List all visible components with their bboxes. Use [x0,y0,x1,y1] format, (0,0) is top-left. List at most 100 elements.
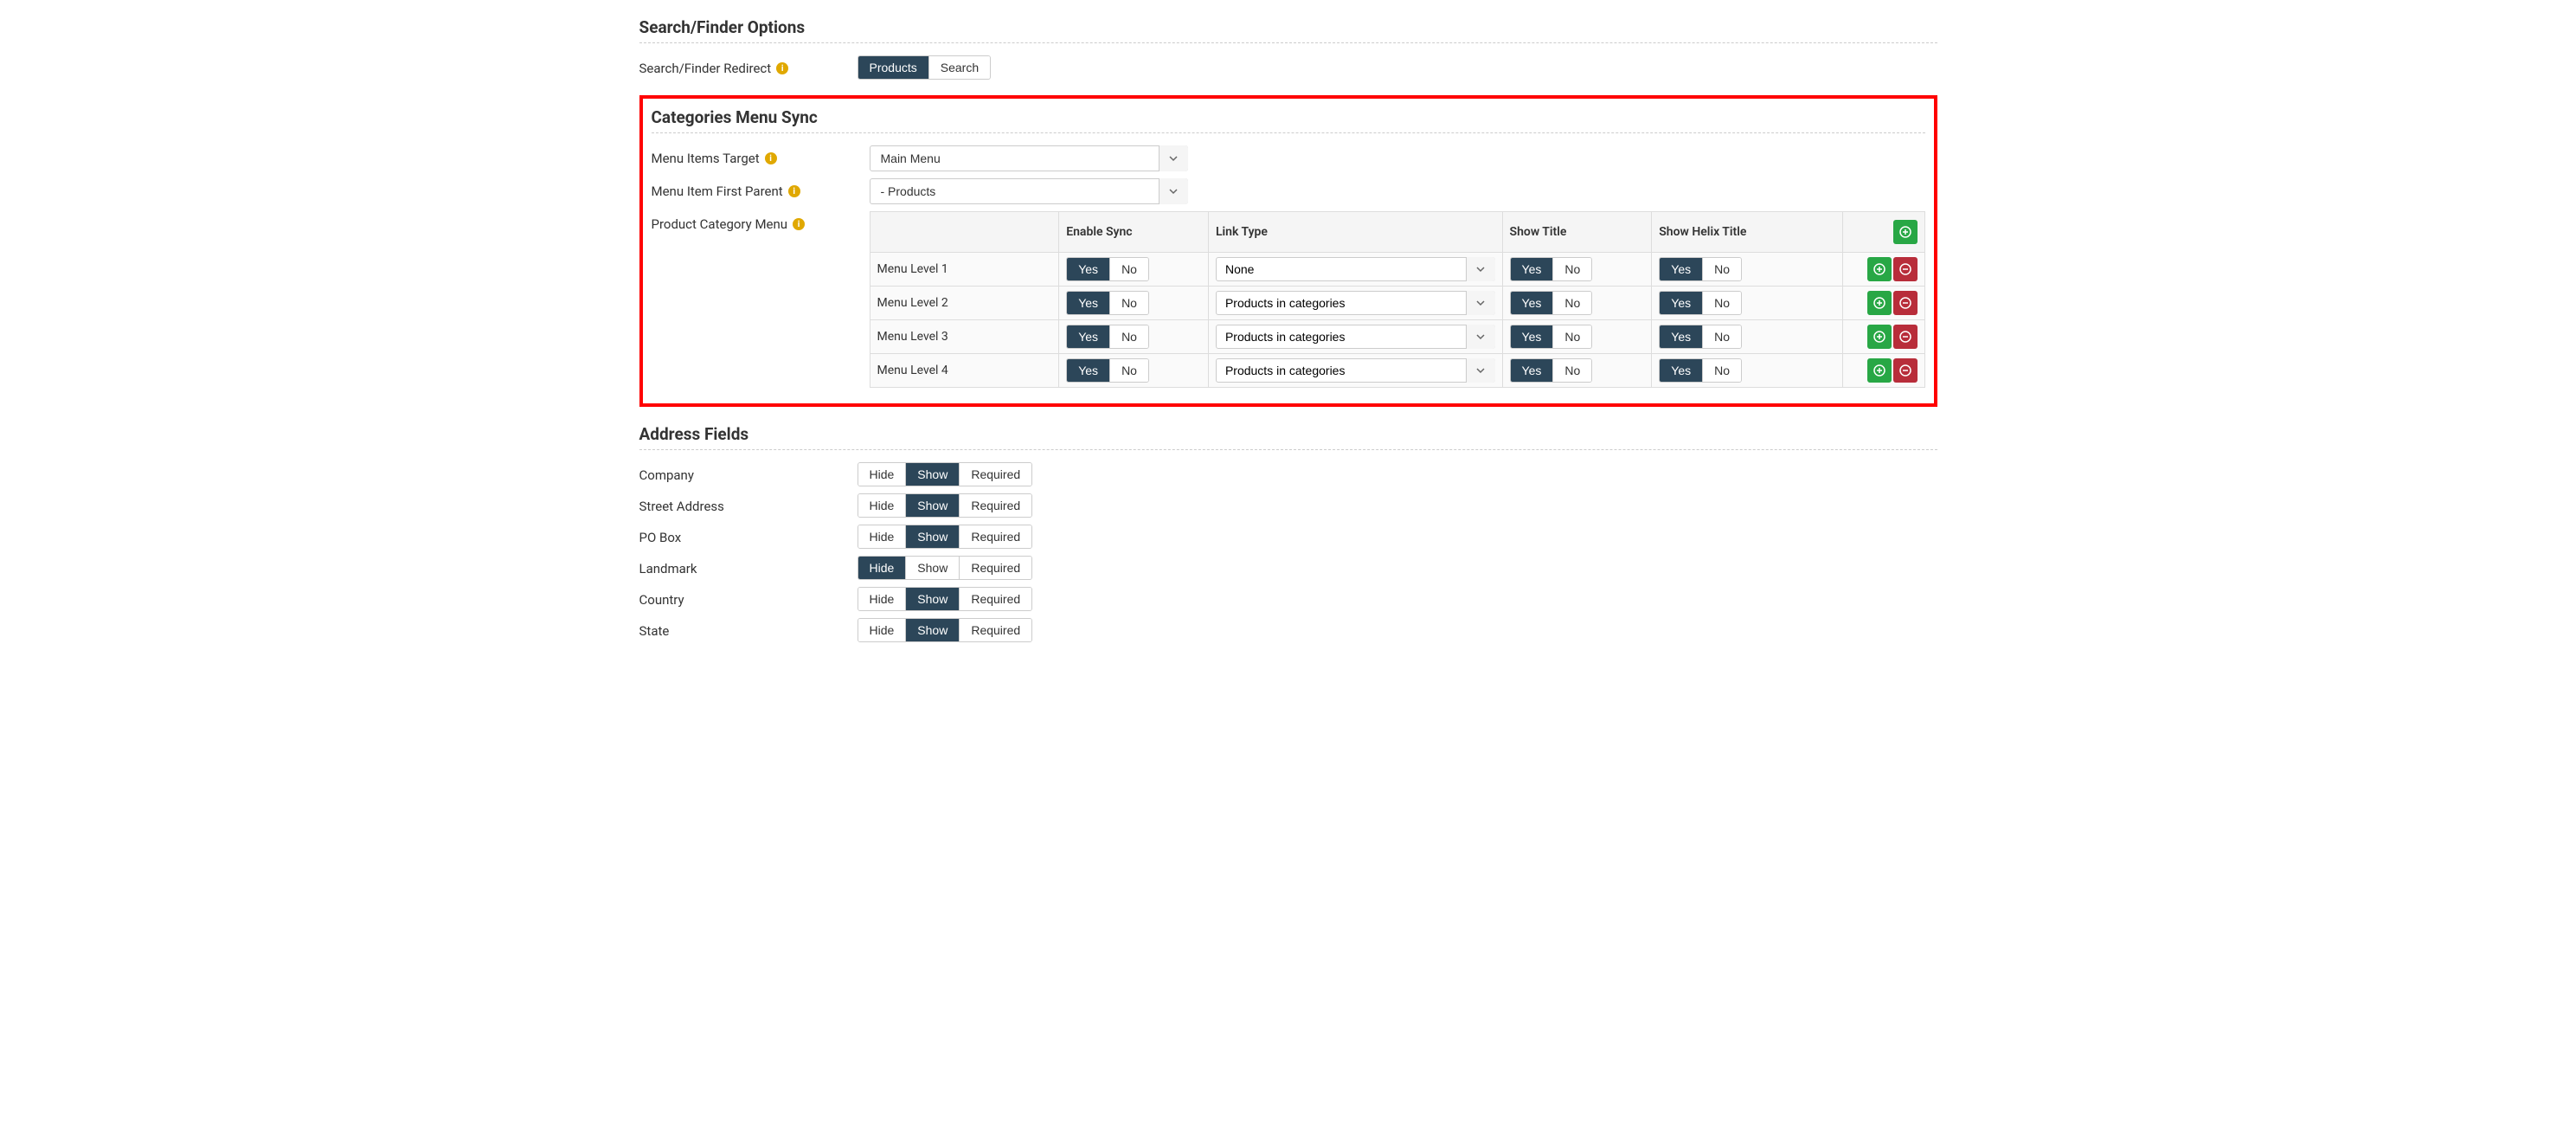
cell-link-type: Products in categories [1208,354,1502,388]
select-menu-first-parent[interactable]: - Products [870,178,1188,204]
toggle-address-visibility[interactable]: HideShowRequired [858,462,1033,486]
table-row: Menu Level 2YesNoProducts in categoriesY… [870,287,1924,320]
section-search-finder: Search/Finder Options Search/Finder Redi… [639,17,1937,80]
info-icon: i [793,218,805,230]
add-row-button[interactable] [1867,291,1892,315]
add-row-button[interactable] [1893,220,1918,244]
toggle-yes[interactable]: Yes [1067,359,1109,382]
cell-show-title-toggle[interactable]: YesNo [1510,358,1593,383]
toggle-required[interactable]: Required [959,494,1031,517]
remove-row-button[interactable] [1893,325,1918,349]
cell-show-title-toggle[interactable]: YesNo [1510,325,1593,349]
toggle-no[interactable]: No [1702,325,1741,348]
select-link-type[interactable]: Products in categories [1216,358,1495,383]
toggle-no[interactable]: No [1109,325,1148,348]
label-address-field: Street Address [639,493,858,514]
toggle-yes[interactable]: Yes [1660,359,1702,382]
toggle-yes[interactable]: Yes [1067,292,1109,314]
select-link-type[interactable]: None [1216,257,1495,281]
toggle-yes[interactable]: Yes [1511,359,1553,382]
toggle-no[interactable]: No [1552,359,1591,382]
toggle-yes[interactable]: Yes [1511,325,1553,348]
toggle-address-visibility[interactable]: HideShowRequired [858,618,1033,642]
cell-enable-sync-toggle[interactable]: YesNo [1066,257,1149,281]
toggle-hide[interactable]: Hide [858,619,906,641]
toggle-required[interactable]: Required [959,463,1031,486]
toggle-no[interactable]: No [1109,258,1148,280]
address-field-row: StateHideShowRequired [639,618,1937,642]
cell-enable-sync-toggle[interactable]: YesNo [1066,325,1149,349]
cell-show-title-toggle[interactable]: YesNo [1510,291,1593,315]
remove-row-button[interactable] [1893,291,1918,315]
cell-show-title-toggle[interactable]: YesNo [1510,257,1593,281]
address-field-row: CountryHideShowRequired [639,587,1937,611]
toggle-no[interactable]: No [1702,359,1741,382]
table-row: Menu Level 3YesNoProducts in categoriesY… [870,320,1924,354]
toggle-search-redirect[interactable]: Products Search [858,55,992,80]
toggle-no[interactable]: No [1552,325,1591,348]
toggle-yes[interactable]: Yes [1660,258,1702,280]
info-icon: i [788,185,800,197]
cell-show-title: YesNo [1502,354,1652,388]
toggle-show[interactable]: Show [905,525,959,548]
toggle-address-visibility[interactable]: HideShowRequired [858,493,1033,518]
toggle-yes[interactable]: Yes [1511,258,1553,280]
toggle-yes[interactable]: Yes [1511,292,1553,314]
add-row-button[interactable] [1867,325,1892,349]
label-address-field: PO Box [639,525,858,545]
remove-row-button[interactable] [1893,358,1918,383]
cell-enable-sync-toggle[interactable]: YesNo [1066,358,1149,383]
toggle-no[interactable]: No [1552,292,1591,314]
add-row-button[interactable] [1867,358,1892,383]
cell-show-helix-title-toggle[interactable]: YesNo [1659,257,1742,281]
toggle-yes[interactable]: Yes [1660,325,1702,348]
toggle-products[interactable]: Products [858,56,928,79]
toggle-hide[interactable]: Hide [858,463,906,486]
address-field-row: Street AddressHideShowRequired [639,493,1937,518]
address-field-row: PO BoxHideShowRequired [639,525,1937,549]
cell-show-helix-title: YesNo [1652,253,1843,287]
toggle-required[interactable]: Required [959,557,1031,579]
toggle-required[interactable]: Required [959,525,1031,548]
toggle-hide[interactable]: Hide [858,525,906,548]
toggle-yes[interactable]: Yes [1067,258,1109,280]
toggle-show[interactable]: Show [905,463,959,486]
cell-show-title: YesNo [1502,320,1652,354]
toggle-search[interactable]: Search [928,56,990,79]
toggle-yes[interactable]: Yes [1660,292,1702,314]
toggle-no[interactable]: No [1702,258,1741,280]
cell-show-helix-title: YesNo [1652,354,1843,388]
toggle-show[interactable]: Show [905,619,959,641]
cell-show-helix-title-toggle[interactable]: YesNo [1659,325,1742,349]
section-title-search-finder: Search/Finder Options [639,17,1937,43]
toggle-address-visibility[interactable]: HideShowRequired [858,556,1033,580]
remove-row-button[interactable] [1893,257,1918,281]
toggle-yes[interactable]: Yes [1067,325,1109,348]
toggle-address-visibility[interactable]: HideShowRequired [858,525,1033,549]
toggle-no[interactable]: No [1702,292,1741,314]
th-enable-sync: Enable Sync [1059,212,1209,253]
toggle-no[interactable]: No [1109,292,1148,314]
section-address-fields: Address Fields CompanyHideShowRequiredSt… [639,424,1937,642]
cell-enable-sync-toggle[interactable]: YesNo [1066,291,1149,315]
select-link-type[interactable]: Products in categories [1216,291,1495,315]
toggle-show[interactable]: Show [905,588,959,610]
toggle-show[interactable]: Show [905,494,959,517]
toggle-required[interactable]: Required [959,619,1031,641]
cell-show-helix-title-toggle[interactable]: YesNo [1659,358,1742,383]
toggle-required[interactable]: Required [959,588,1031,610]
th-show-title: Show Title [1502,212,1652,253]
toggle-address-visibility[interactable]: HideShowRequired [858,587,1033,611]
th-link-type: Link Type [1208,212,1502,253]
toggle-no[interactable]: No [1109,359,1148,382]
cell-actions [1843,253,1924,287]
select-link-type[interactable]: Products in categories [1216,325,1495,349]
toggle-hide[interactable]: Hide [858,557,906,579]
toggle-hide[interactable]: Hide [858,494,906,517]
add-row-button[interactable] [1867,257,1892,281]
cell-show-helix-title-toggle[interactable]: YesNo [1659,291,1742,315]
toggle-hide[interactable]: Hide [858,588,906,610]
select-menu-items-target[interactable]: Main Menu [870,145,1188,171]
toggle-no[interactable]: No [1552,258,1591,280]
toggle-show[interactable]: Show [905,557,959,579]
